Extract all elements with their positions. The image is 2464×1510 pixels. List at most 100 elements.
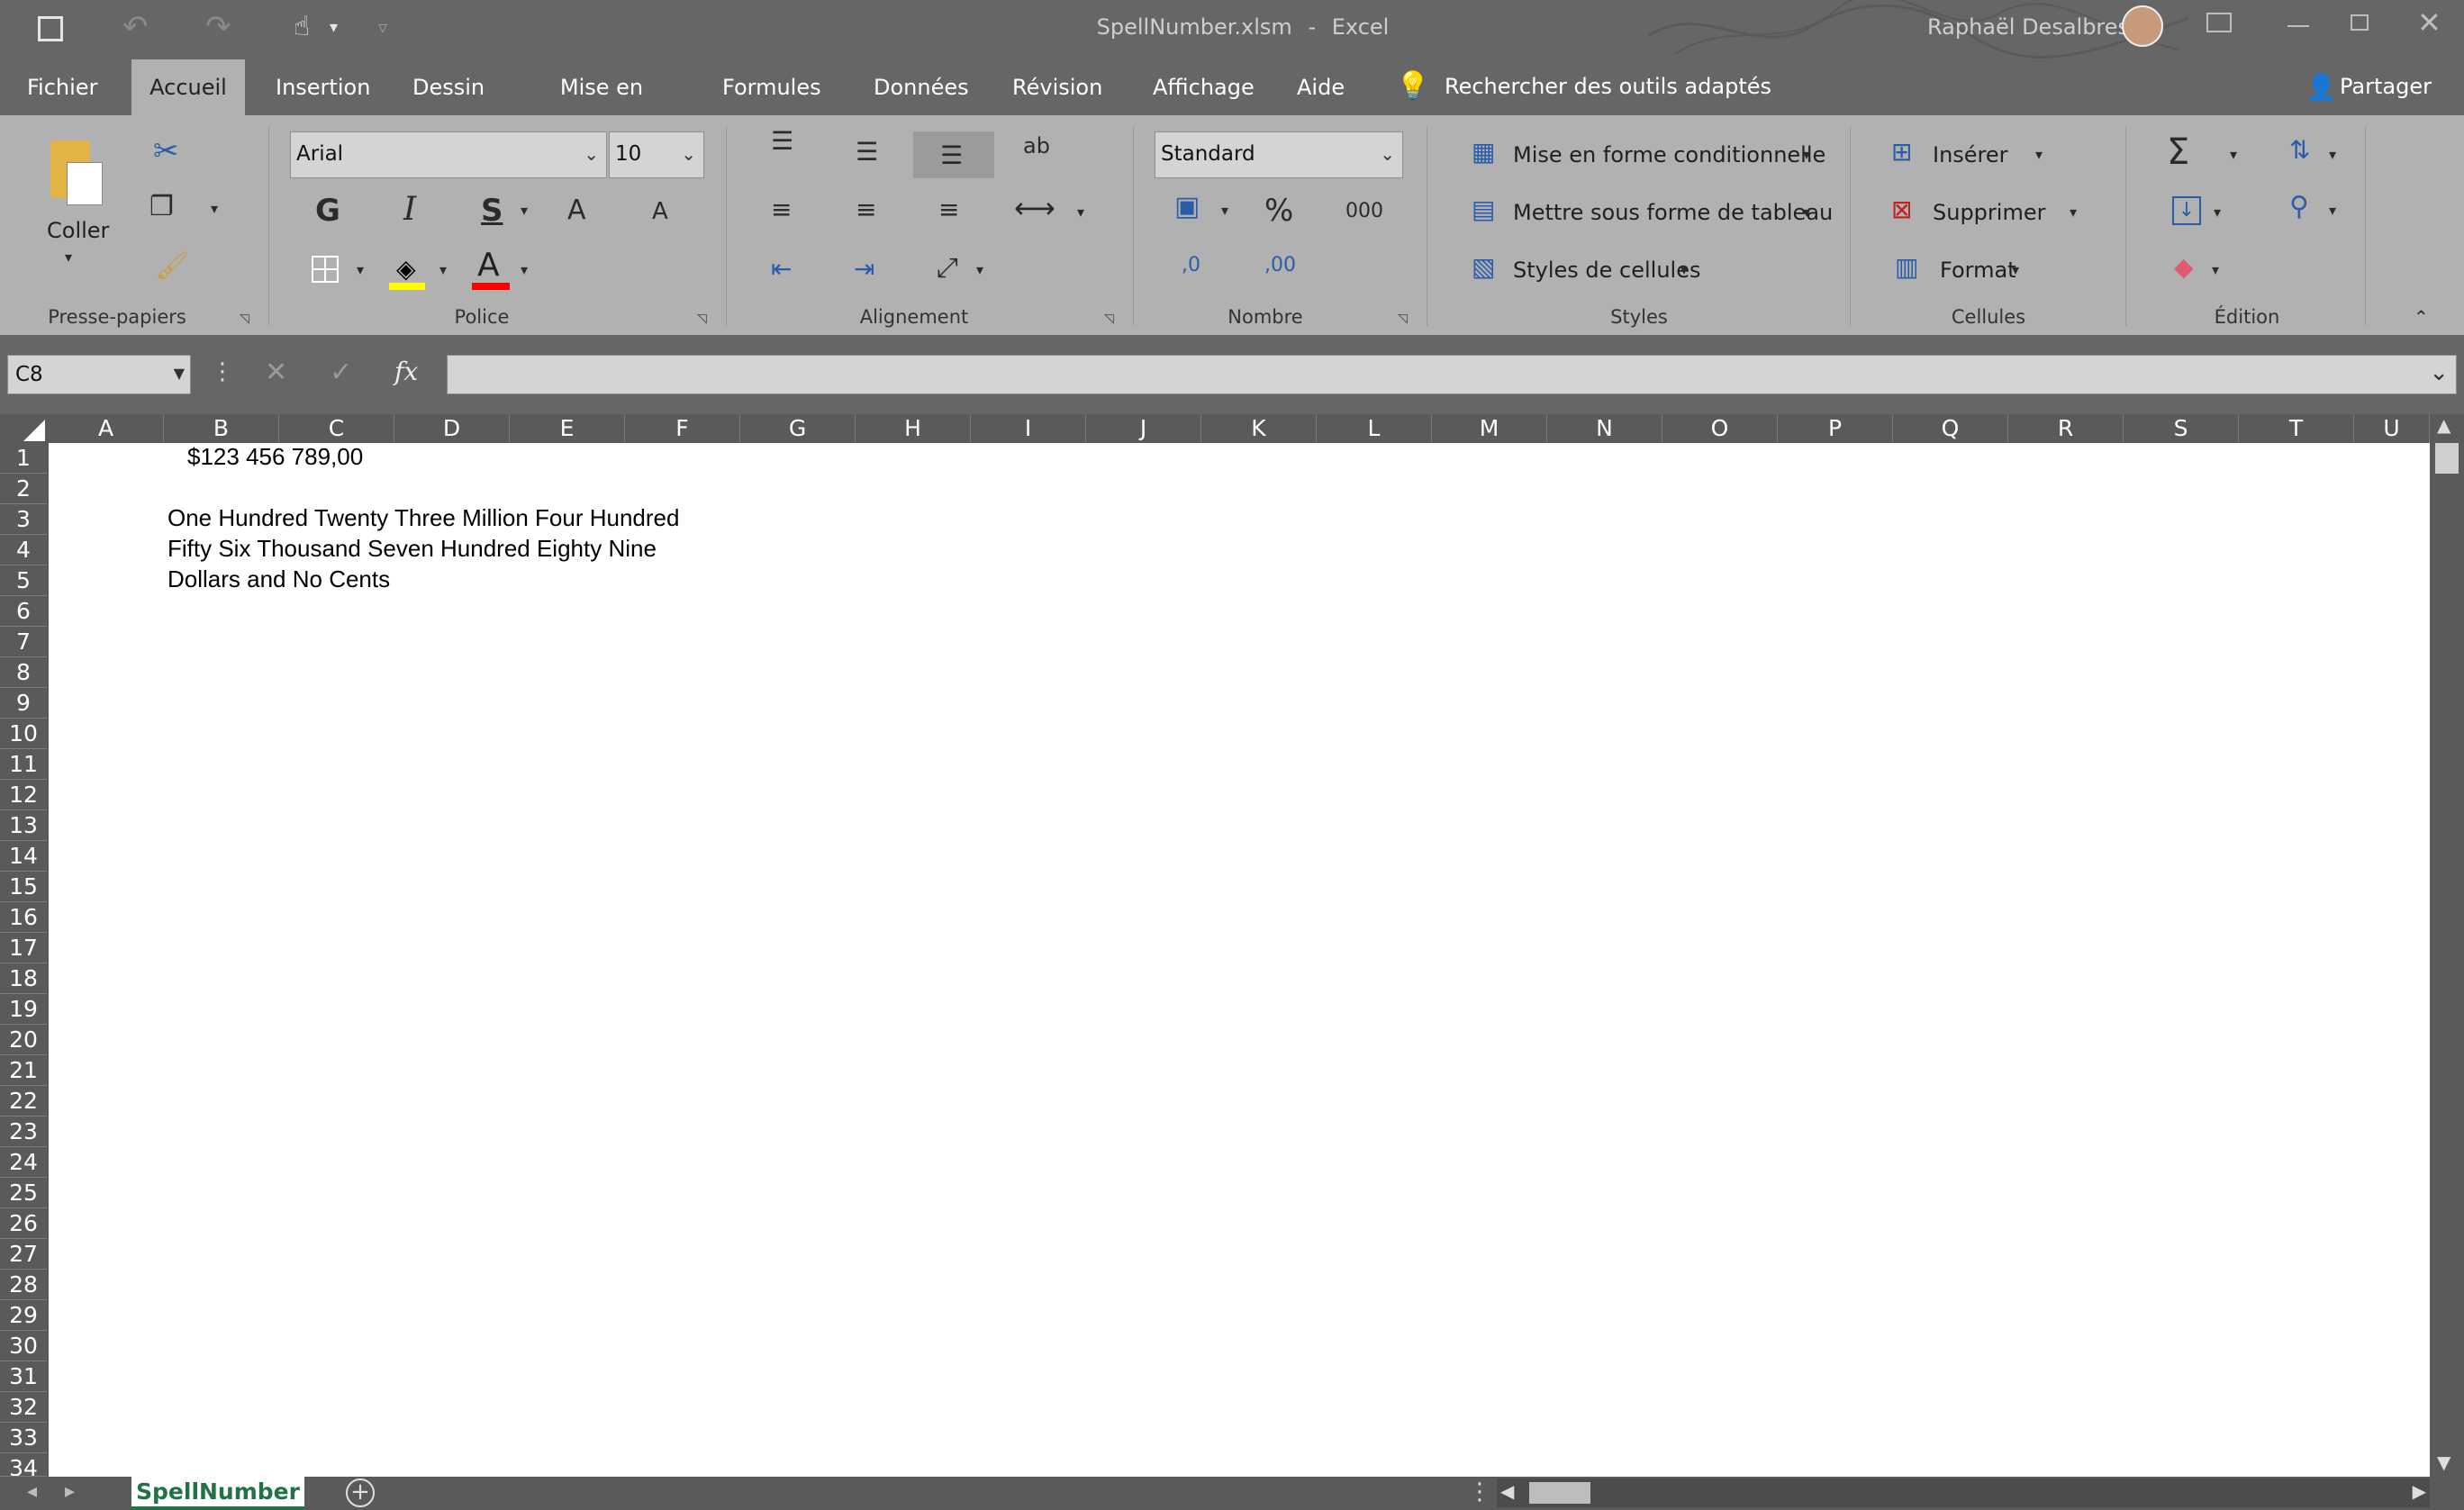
autosum-icon[interactable]: Σ [2167, 131, 2189, 173]
align-right-icon[interactable]: ≡ [938, 194, 959, 224]
copy-dropdown-icon[interactable]: ▾ [211, 200, 218, 217]
underline-button[interactable]: S [481, 193, 503, 229]
sort-filter-dropdown-icon[interactable]: ▾ [2329, 146, 2336, 163]
share-button[interactable]: Partager [2340, 74, 2432, 99]
row-header-30[interactable]: 30 [0, 1331, 47, 1361]
column-header-a[interactable]: A [49, 414, 164, 443]
percent-button[interactable]: % [1264, 193, 1293, 229]
save-icon[interactable] [38, 16, 63, 41]
orientation-icon[interactable]: ⤢ [937, 252, 958, 284]
scroll-up-icon[interactable]: ▲ [2437, 414, 2450, 436]
more-options-icon[interactable]: ⋮ [211, 358, 234, 385]
row-header-10[interactable]: 10 [0, 719, 47, 749]
insert-cells-button[interactable]: Insérer [1933, 142, 2008, 167]
delete-dropdown-icon[interactable]: ▾ [2070, 203, 2077, 221]
expand-formula-icon[interactable]: ⌄ [2429, 359, 2449, 386]
row-header-8[interactable]: 8 [0, 657, 47, 688]
row-header-17[interactable]: 17 [0, 933, 47, 963]
insert-function-icon[interactable]: fx [394, 357, 418, 386]
bold-button[interactable]: G [315, 193, 340, 229]
fill-dropdown-icon[interactable]: ▾ [2214, 203, 2221, 221]
chevron-down-icon[interactable]: ⌄ [1380, 132, 1395, 176]
collapse-ribbon-icon[interactable]: ⌃ [2414, 306, 2429, 328]
merge-dropdown-icon[interactable]: ▾ [1077, 203, 1084, 221]
tab-mise-en-page[interactable]: Mise en page [519, 59, 684, 156]
format-dropdown-icon[interactable]: ▾ [2012, 261, 2019, 278]
format-as-table-button[interactable]: Mettre sous forme de tableau [1513, 200, 1833, 225]
row-header-1[interactable]: 1 [0, 443, 47, 474]
column-header-t[interactable]: T [2239, 414, 2354, 443]
borders-dropdown-icon[interactable]: ▾ [357, 261, 364, 278]
column-header-u[interactable]: U [2354, 414, 2430, 443]
underline-dropdown-icon[interactable]: ▾ [521, 202, 528, 219]
column-header-l[interactable]: L [1317, 414, 1432, 443]
align-center-icon[interactable]: ≡ [856, 194, 876, 224]
column-header-e[interactable]: E [510, 414, 625, 443]
column-header-p[interactable]: P [1778, 414, 1893, 443]
font-size-combo[interactable]: 10 ⌄ [609, 131, 704, 178]
number-launcher-icon[interactable]: ◹ [1398, 312, 1408, 326]
redo-icon[interactable]: ↷ [205, 9, 231, 45]
fill-icon[interactable]: ↓ [2172, 196, 2201, 225]
format-cells-button[interactable]: Format [1940, 258, 2016, 283]
row-header-6[interactable]: 6 [0, 596, 47, 627]
delete-cells-button[interactable]: Supprimer [1933, 200, 2045, 225]
row-header-21[interactable]: 21 [0, 1055, 47, 1086]
sheet-prev-icon[interactable]: ◂ [27, 1480, 37, 1503]
touch-mode-dropdown-icon[interactable]: ▾ [330, 18, 338, 37]
fill-color-dropdown-icon[interactable]: ▾ [439, 261, 447, 278]
vertical-scroll-thumb[interactable] [2435, 443, 2459, 474]
row-header-25[interactable]: 25 [0, 1178, 47, 1208]
chevron-down-icon[interactable]: ⌄ [584, 132, 599, 176]
column-header-r[interactable]: R [2008, 414, 2124, 443]
cancel-entry-icon[interactable]: ✕ [265, 357, 287, 388]
undo-icon[interactable]: ↶ [122, 9, 149, 45]
font-color-dropdown-icon[interactable]: ▾ [521, 261, 528, 278]
row-header-33[interactable]: 33 [0, 1423, 47, 1453]
font-color-icon[interactable]: A [472, 247, 510, 290]
row-header-11[interactable]: 11 [0, 749, 47, 780]
row-header-3[interactable]: 3 [0, 504, 47, 535]
align-top-icon[interactable]: ☰ [771, 126, 793, 156]
paste-dropdown-icon[interactable]: ▾ [65, 249, 72, 266]
tell-me-search[interactable]: Rechercher des outils adaptés [1445, 74, 1771, 99]
row-header-14[interactable]: 14 [0, 841, 47, 872]
cell-b4[interactable]: Fifty Six Thousand Seven Hundred Eighty … [168, 533, 657, 564]
column-header-m[interactable]: M [1432, 414, 1547, 443]
row-header-2[interactable]: 2 [0, 474, 47, 504]
cell-styles-icon[interactable]: ▧ [1472, 252, 1495, 282]
column-header-c[interactable]: C [279, 414, 394, 443]
increase-decimal-button[interactable]: ,0 [1182, 254, 1200, 276]
row-header-29[interactable]: 29 [0, 1300, 47, 1331]
row-header-31[interactable]: 31 [0, 1361, 47, 1392]
insert-cells-icon[interactable]: ⊞ [1891, 137, 1912, 167]
autosum-dropdown-icon[interactable]: ▾ [2230, 146, 2237, 163]
find-dropdown-icon[interactable]: ▾ [2329, 202, 2336, 219]
column-header-n[interactable]: N [1547, 414, 1662, 443]
cell-styles-button[interactable]: Styles de cellules [1513, 258, 1701, 283]
confirm-entry-icon[interactable]: ✓ [330, 357, 352, 388]
cell-b3[interactable]: One Hundred Twenty Three Million Four Hu… [168, 502, 679, 533]
font-name-combo[interactable]: Arial ⌄ [290, 131, 607, 178]
worksheet-grid[interactable] [49, 443, 2430, 1477]
number-format-combo[interactable]: Standard ⌄ [1155, 131, 1403, 178]
row-header-24[interactable]: 24 [0, 1147, 47, 1178]
row-header-15[interactable]: 15 [0, 872, 47, 902]
column-header-q[interactable]: Q [1893, 414, 2008, 443]
column-header-h[interactable]: H [856, 414, 971, 443]
clear-eraser-icon[interactable]: ◆ [2174, 252, 2194, 282]
tab-affichage[interactable]: Affichage [1135, 59, 1257, 115]
column-header-i[interactable]: I [971, 414, 1086, 443]
tab-insertion[interactable]: Insertion [258, 59, 375, 115]
row-header-9[interactable]: 9 [0, 688, 47, 719]
font-launcher-icon[interactable]: ◹ [697, 312, 707, 326]
minimize-icon[interactable] [2287, 25, 2309, 27]
row-header-20[interactable]: 20 [0, 1025, 47, 1055]
horizontal-scrollbar[interactable]: ◀ ▶ [1497, 1478, 2430, 1507]
column-header-d[interactable]: D [394, 414, 510, 443]
row-header-27[interactable]: 27 [0, 1239, 47, 1270]
format-painter-icon[interactable]: 🖌 [155, 250, 189, 282]
column-header-s[interactable]: S [2124, 414, 2239, 443]
accounting-format-icon[interactable]: ▣ [1174, 191, 1200, 222]
cell-b1[interactable]: $123 456 789,00 [187, 441, 363, 472]
